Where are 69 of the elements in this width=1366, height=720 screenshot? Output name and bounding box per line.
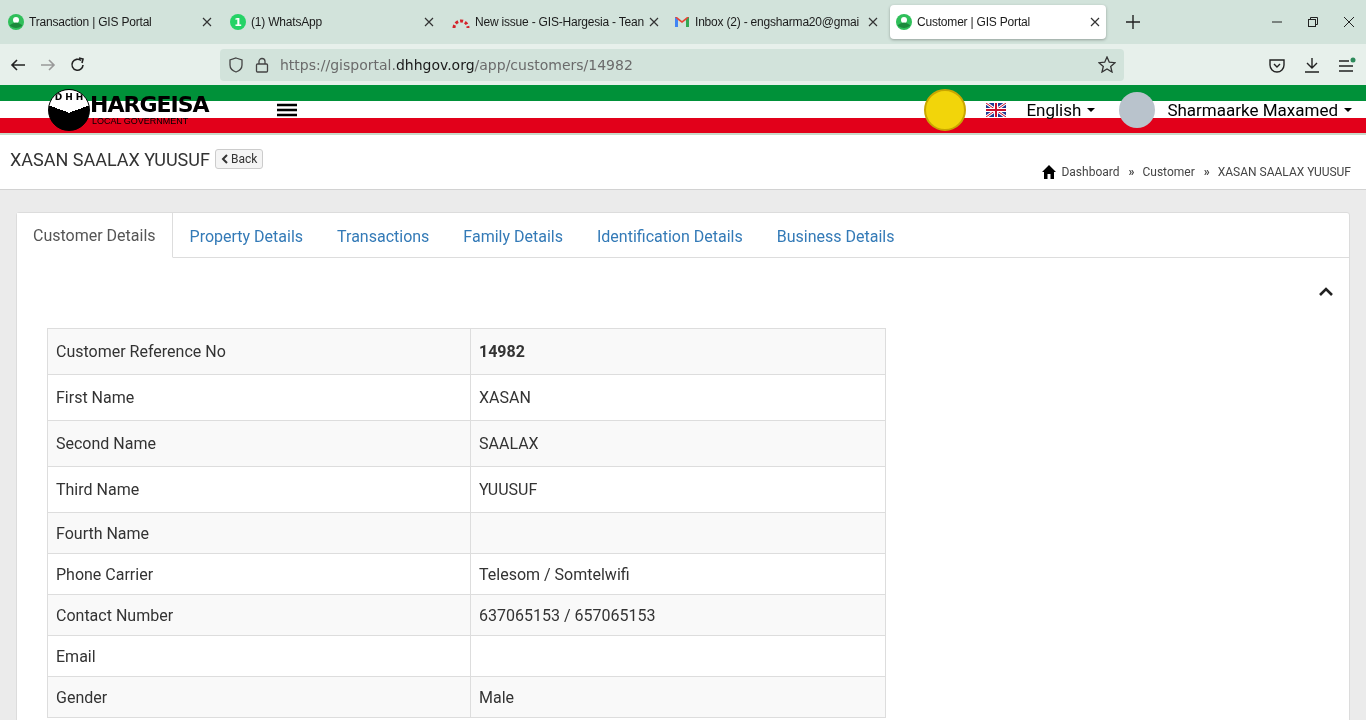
field-label: Gender: [47, 676, 471, 718]
back-arrow-icon[interactable]: [10, 56, 26, 73]
tab[interactable]: Identification Details: [579, 213, 760, 258]
emblem-seal-icon: [924, 89, 967, 131]
home-icon: [1042, 165, 1057, 179]
tab[interactable]: Business Details: [759, 213, 912, 258]
address-bar[interactable]: https://gisportal.dhhgov.org/app/customers/14982: [220, 48, 1124, 81]
field-label: Third Name: [47, 466, 471, 513]
globe-logo-icon: [896, 14, 912, 30]
breadcrumb-current: XASAN SAALAX YUUSUF: [1217, 165, 1351, 179]
flag-icon: [986, 103, 1007, 117]
shield-icon: [228, 56, 244, 73]
pocket-icon[interactable]: [1268, 56, 1286, 73]
plus-icon[interactable]: [1126, 15, 1140, 29]
browser-tab[interactable]: Inbox (2) - engsharma20@gmai: [668, 5, 884, 39]
field-value: Male: [470, 676, 886, 718]
breadcrumb-separator: »: [1128, 165, 1135, 179]
tab[interactable]: Transactions: [320, 213, 447, 258]
avatar: [1119, 92, 1156, 128]
browser-tab[interactable]: Customer | GIS Portal: [890, 5, 1106, 39]
browser-tab[interactable]: Transaction | GIS Portal: [2, 5, 218, 39]
star-icon[interactable]: [1098, 56, 1116, 73]
chat-badge-icon: 1: [230, 14, 246, 30]
tab[interactable]: Family Details: [446, 213, 580, 258]
field-label: Email: [47, 635, 471, 677]
download-icon[interactable]: [1304, 56, 1320, 73]
back-button[interactable]: Back: [214, 149, 264, 169]
user-dropdown[interactable]: Sharmaarke Maxamed: [1167, 100, 1352, 120]
field-label: Fourth Name: [47, 512, 471, 554]
breadcrumb-separator: »: [1203, 165, 1210, 179]
logo-subtitle: LOCAL GOVERNMENT: [91, 117, 190, 126]
tab[interactable]: Customer Details: [17, 213, 173, 258]
field-value: Telesom / Somtelwifi: [470, 553, 886, 595]
tab[interactable]: Property Details: [172, 213, 321, 258]
field-label: Second Name: [47, 420, 471, 467]
breadcrumb-link[interactable]: Customer: [1142, 165, 1195, 179]
close-icon[interactable]: [649, 17, 659, 27]
field-value: SAALAX: [470, 420, 886, 467]
page-title: XASAN SAALAX YUUSUF: [10, 148, 210, 170]
breadcrumb-link[interactable]: Dashboard: [1061, 165, 1120, 179]
close-icon[interactable]: [424, 17, 434, 27]
emblem-letter: D: [54, 92, 63, 102]
chevron-up-icon[interactable]: [1319, 286, 1333, 297]
close-icon[interactable]: [202, 17, 212, 27]
field-value: 637065153 / 657065153: [470, 594, 886, 636]
browser-tab[interactable]: New issue - GIS-Hargesia - Tean: [446, 5, 662, 39]
menu-icon[interactable]: [276, 103, 297, 117]
menu-icon[interactable]: [1338, 56, 1356, 73]
reload-icon[interactable]: [70, 56, 86, 73]
field-value: YUUSUF: [470, 466, 886, 513]
chevron-left-icon: [220, 154, 228, 164]
caret-icon: [1087, 108, 1096, 112]
globe-logo-icon: [8, 14, 24, 30]
field-value: 14982: [470, 328, 886, 375]
field-label: Customer Reference No: [47, 328, 471, 375]
language-dropdown[interactable]: English: [986, 100, 1096, 120]
envelope-logo-icon: [674, 14, 690, 30]
restore-icon[interactable]: [1308, 17, 1318, 27]
field-value: XASAN: [470, 374, 886, 421]
close-icon[interactable]: [868, 17, 878, 27]
close-icon[interactable]: [1344, 17, 1354, 27]
emblem-letter: H: [65, 92, 73, 102]
lock-icon: [254, 56, 270, 73]
caret-icon: [1344, 108, 1352, 112]
field-label: Contact Number: [47, 594, 471, 636]
close-icon[interactable]: [1090, 17, 1100, 27]
browser-tab[interactable]: 1 (1) WhatsApp: [224, 5, 440, 39]
field-label: Phone Carrier: [47, 553, 471, 595]
field-label: First Name: [47, 374, 471, 421]
